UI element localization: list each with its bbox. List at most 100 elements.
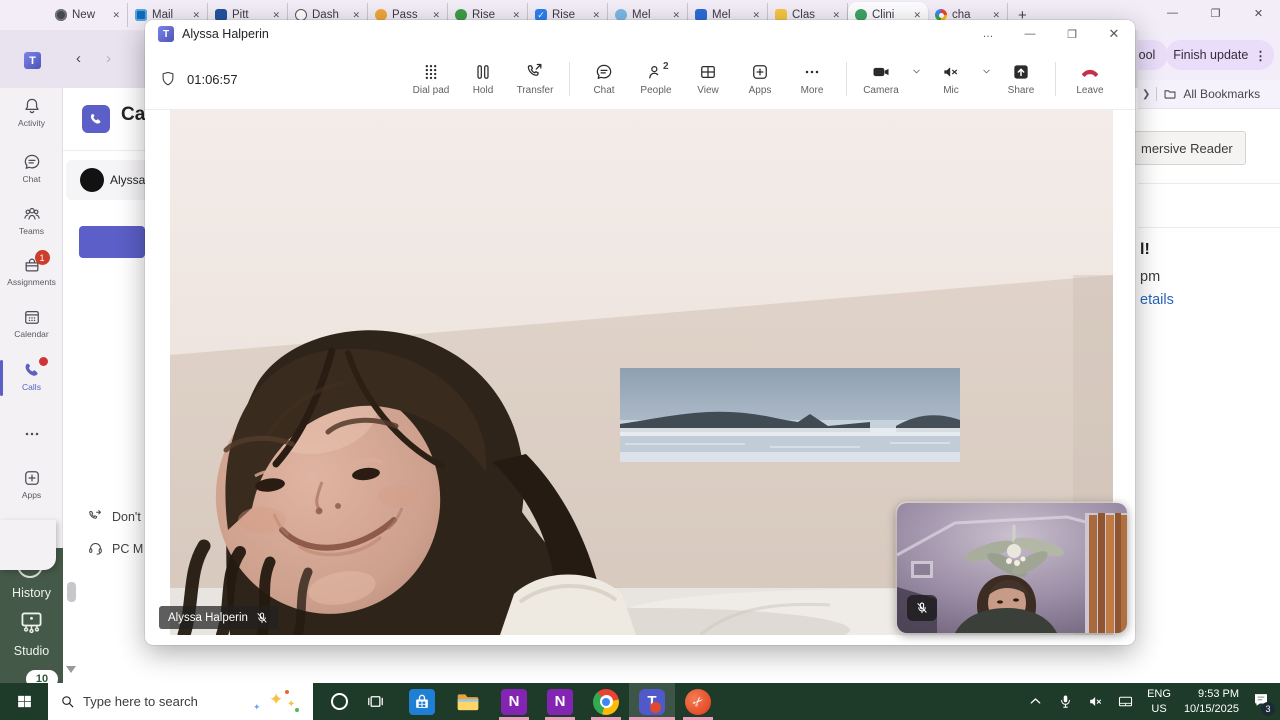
browser-minimize-icon[interactable]: —: [1151, 0, 1194, 26]
bookmarks-overflow-chevron-icon[interactable]: ❯: [1142, 89, 1150, 100]
tab-close-icon[interactable]: ✕: [913, 10, 921, 21]
tab-close-icon[interactable]: ✕: [752, 10, 760, 21]
minimize-icon[interactable]: —: [1009, 20, 1051, 48]
start-button[interactable]: [0, 683, 48, 720]
browser-close-icon[interactable]: ✕: [1237, 0, 1280, 26]
divider: [1138, 183, 1280, 184]
sidebar-item-activity[interactable]: Activity: [0, 96, 63, 128]
share-icon: [1011, 62, 1031, 82]
tab-close-icon[interactable]: ✕: [672, 10, 680, 21]
self-video[interactable]: [897, 503, 1127, 633]
people-button[interactable]: 2 People: [630, 48, 682, 110]
cortana-button[interactable]: [331, 693, 348, 710]
call-forwarding-link[interactable]: Don't: [87, 508, 141, 525]
taskbar-app-onenote[interactable]: N: [537, 683, 583, 720]
taskbar-app-teams[interactable]: T: [629, 683, 675, 720]
sidebar-item-teams[interactable]: Teams: [0, 204, 63, 236]
call-toolbar-buttons: Dial pad Hold Transfer Chat 2 People View Apps M…: [405, 48, 1116, 110]
tray-chevron-up-icon[interactable]: [1027, 693, 1044, 710]
page-headline-fragment: l!: [1140, 241, 1150, 258]
sidebar-item-label: Teams: [18, 226, 45, 236]
sidebar-item-calls[interactable]: Calls: [0, 357, 63, 396]
browser-tab-new[interactable]: New ✕: [48, 3, 128, 27]
maximize-icon[interactable]: ❐: [1051, 20, 1093, 48]
tab-close-icon[interactable]: ✕: [352, 10, 360, 21]
browser-restore-icon[interactable]: ❐: [1194, 0, 1237, 26]
call-button[interactable]: [79, 226, 145, 258]
toolbar-button-label: Chat: [593, 85, 615, 96]
tab-close-icon[interactable]: ✕: [512, 10, 520, 21]
taskbar-app-explorer[interactable]: [445, 683, 491, 720]
tab-close-icon[interactable]: ✕: [832, 10, 840, 21]
contact-row[interactable]: Alyssa: [66, 160, 145, 200]
forward-button[interactable]: ›: [106, 50, 111, 67]
search-input[interactable]: [83, 694, 223, 709]
camera-icon: [871, 62, 891, 82]
divider: [63, 150, 145, 151]
action-center-button[interactable]: 3: [1252, 690, 1275, 716]
task-view-button[interactable]: [366, 692, 385, 711]
bell-icon: [22, 96, 42, 116]
toolbar-button-label: Dial pad: [412, 85, 450, 96]
touchpad-icon[interactable]: [1117, 693, 1134, 710]
browser-toolbar: ool Finish update ⋮: [1112, 30, 1280, 80]
language-indicator[interactable]: ENG US: [1147, 687, 1171, 716]
hold-icon: [473, 62, 493, 82]
call-toolbar: 01:06:57 Dial pad Hold Transfer Chat 2 People…: [145, 48, 1135, 110]
tab-close-icon[interactable]: ✕: [272, 10, 280, 21]
taskbar-app-store[interactable]: [399, 683, 445, 720]
search-highlights-icon[interactable]: ✦ ✦ ✦: [251, 688, 303, 715]
camera-button[interactable]: Camera: [855, 48, 907, 110]
immersive-reader-button[interactable]: mersive Reader: [1132, 131, 1246, 165]
sidebar-item-calendar[interactable]: Calendar: [0, 307, 63, 339]
sidebar-item-chat[interactable]: Chat: [0, 152, 63, 184]
all-bookmarks-label[interactable]: All Bookmarks: [1183, 87, 1260, 101]
volume-muted-icon[interactable]: [1087, 693, 1104, 710]
toolbar-button-label: Leave: [1076, 85, 1104, 96]
sidebar-item-assignments[interactable]: 1 Assignments: [0, 250, 63, 287]
close-icon[interactable]: ✕: [1093, 20, 1135, 48]
sidebar-item-apps[interactable]: Apps: [0, 468, 63, 500]
more-button[interactable]: More: [786, 48, 838, 110]
microphone-icon[interactable]: [1057, 693, 1074, 710]
taskbar-app-chrome[interactable]: [583, 683, 629, 720]
hold-button[interactable]: Hold: [457, 48, 509, 110]
details-link-fragment[interactable]: etails: [1140, 292, 1174, 308]
chat-button[interactable]: Chat: [578, 48, 630, 110]
file-explorer-icon: [455, 689, 481, 715]
transfer-button[interactable]: Transfer: [509, 48, 561, 110]
taskbar-app-snip[interactable]: ✂: [675, 683, 721, 720]
taskbar-app-onenote[interactable]: N: [491, 683, 537, 720]
share-button[interactable]: Share: [995, 48, 1047, 110]
dialpad-button[interactable]: Dial pad: [405, 48, 457, 110]
window-corner: [0, 520, 56, 570]
camera-options-chevron-icon[interactable]: [907, 48, 925, 110]
tab-close-icon[interactable]: ✕: [112, 10, 120, 21]
side-panel-item-history[interactable]: History: [0, 586, 63, 600]
sidebar-item-more[interactable]: [0, 424, 63, 444]
call-titlebar[interactable]: T Alyssa Halperin … — ❐ ✕: [145, 20, 1135, 48]
taskbar-search[interactable]: ✦✦✦: [48, 683, 313, 720]
calls-page-title: Ca: [121, 104, 146, 125]
back-button[interactable]: ‹: [76, 50, 81, 67]
scrollbar-thumb[interactable]: [67, 582, 76, 602]
speaker-muted-icon: [941, 62, 961, 82]
tab-close-icon[interactable]: ✕: [592, 10, 600, 21]
side-panel-item-studio[interactable]: Studio: [0, 644, 63, 658]
audio-device-link[interactable]: PC M: [87, 540, 143, 557]
mic-options-chevron-icon[interactable]: [977, 48, 995, 110]
mic-button[interactable]: Mic: [925, 48, 977, 110]
tab-close-icon[interactable]: ✕: [992, 10, 1000, 21]
kebab-menu-icon[interactable]: ⋮: [1254, 48, 1267, 63]
tab-close-icon[interactable]: ✕: [432, 10, 440, 21]
tab-close-icon[interactable]: ✕: [192, 10, 200, 21]
calls-page-phone-icon: [82, 105, 110, 133]
view-button[interactable]: View: [682, 48, 734, 110]
leave-button[interactable]: Leave: [1064, 48, 1116, 110]
more-options-icon[interactable]: …: [967, 20, 1009, 48]
scrollbar-down-arrow[interactable]: [66, 666, 76, 673]
apps-button[interactable]: Apps: [734, 48, 786, 110]
clock[interactable]: 9:53 PM 10/15/2025: [1184, 687, 1239, 716]
finish-update-button[interactable]: Finish update ⋮: [1166, 40, 1274, 70]
dialpad-icon: [421, 62, 441, 82]
